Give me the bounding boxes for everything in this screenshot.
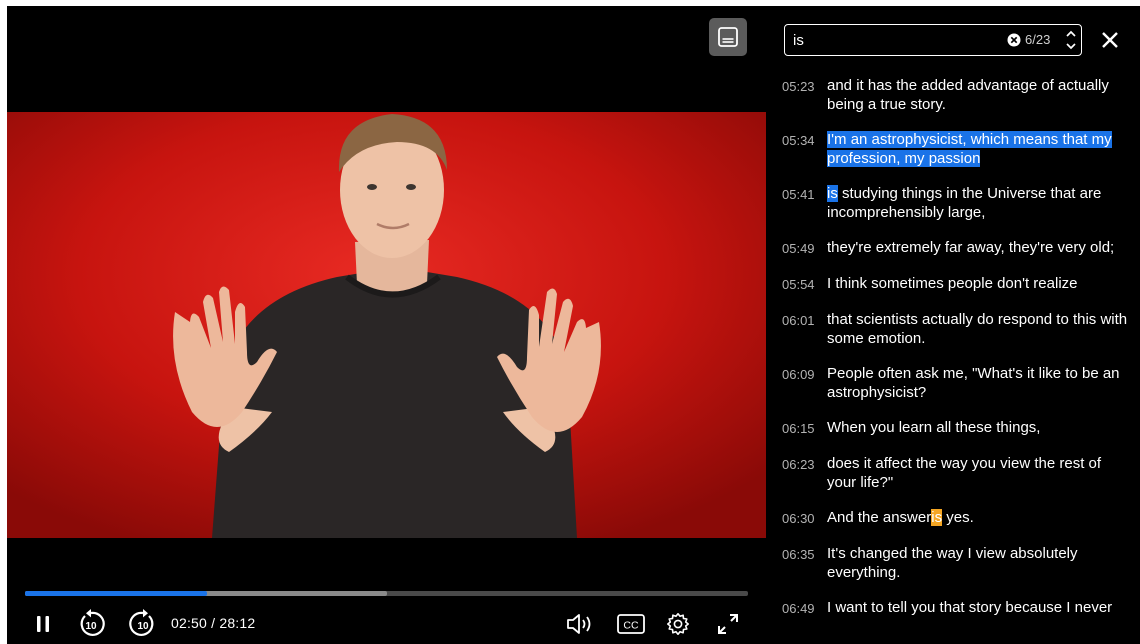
transcript-cue[interactable]: 06:35 It's changed the way I view absolut…: [782, 544, 1128, 582]
time-separator: /: [207, 615, 220, 631]
cue-timestamp: 06:23: [782, 457, 815, 472]
cue-timestamp: 06:35: [782, 547, 815, 562]
duration: 28:12: [219, 615, 256, 631]
transcript-cue[interactable]: 05:49 they're extremely far away, they're…: [782, 238, 1128, 258]
rewind-10-icon: 10: [80, 609, 105, 636]
cue-text: I think sometimes people don't realize: [827, 274, 1128, 293]
cue-timestamp: 06:49: [782, 601, 815, 616]
cue-text-segment: does it affect the way you view the rest…: [827, 455, 1102, 491]
chevron-up-icon: [1066, 30, 1076, 37]
captions-label: CC: [623, 620, 639, 632]
cue-timestamp: 06:09: [782, 367, 815, 382]
transcript-cue[interactable]: 06:09 People often ask me, "What's it lik…: [782, 364, 1128, 402]
transcript-search-box: 6/23: [784, 24, 1082, 56]
cue-text-segment: that scientists actually do respond to t…: [827, 311, 1128, 347]
cue-text-segment: I think sometimes people don't realize: [827, 275, 1078, 292]
cue-timestamp: 06:30: [782, 511, 815, 526]
video-player: 10 10 02:50 / 28:12 CC: [7, 6, 766, 644]
cue-timestamp: 06:01: [782, 313, 815, 328]
fullscreen-button[interactable]: [713, 606, 743, 642]
cue-text: People often ask me, "What's it like to …: [827, 364, 1128, 402]
forward-button[interactable]: 10: [127, 606, 159, 642]
clear-search-icon: [1007, 33, 1021, 47]
match-navigation: [1065, 28, 1077, 52]
transcript-panel: 6/23 05:23and it has the ad: [766, 6, 1140, 644]
transcript-cue-list: 05:23 and it has the added advantage of a…: [782, 76, 1128, 634]
cue-text: is studying things in the Universe that …: [827, 184, 1128, 222]
current-cue-highlight: I'm an astrophysicist, which means that …: [827, 131, 1112, 167]
current-time: 02:50: [171, 615, 208, 631]
volume-icon: [567, 614, 591, 634]
cue-text-segment: I want to tell you that story because I …: [827, 599, 1113, 616]
player-controls: 10 10 02:50 / 28:12 CC: [7, 606, 766, 642]
cue-text: And the answeris yes.: [827, 508, 1128, 527]
pause-icon: [37, 616, 49, 632]
cue-text: It's changed the way I view absolutely e…: [827, 544, 1128, 582]
search-match-count: 6/23: [1025, 32, 1051, 47]
cue-text: I want to tell you that story because I …: [827, 598, 1128, 617]
close-icon: [1102, 32, 1118, 48]
forward-seconds: 10: [137, 621, 149, 632]
cue-text-segment: And the answer: [827, 509, 932, 526]
transcript-search-input[interactable]: [793, 30, 993, 50]
cue-text-segment: People often ask me, "What's it like to …: [827, 365, 1120, 401]
search-match-highlight: is: [931, 509, 943, 526]
cue-text: and it has the added advantage of actual…: [827, 76, 1128, 114]
cue-text-segment: yes.: [942, 509, 974, 526]
transcript-cue[interactable]: 06:23 does it affect the way you view the…: [782, 454, 1128, 492]
transcript-cue[interactable]: 06:15 When you learn all these things,: [782, 418, 1128, 438]
progress-bar[interactable]: [25, 591, 748, 596]
cue-timestamp: 05:41: [782, 187, 815, 202]
fullscreen-icon: [718, 614, 738, 634]
pause-button[interactable]: [29, 606, 57, 642]
speaker-figure: [7, 112, 766, 538]
cue-text-segment: When you learn all these things,: [827, 419, 1041, 436]
cue-text-segment: studying things in the Universe that are…: [827, 185, 1102, 221]
transcript-toggle-button[interactable]: [709, 18, 747, 56]
rewind-seconds: 10: [85, 621, 97, 632]
cue-text-segment: they're extremely far away, they're very…: [827, 239, 1115, 256]
settings-button[interactable]: [663, 606, 693, 642]
transcript-cue[interactable]: 05:34 I'm an astrophysicist, which means …: [782, 130, 1128, 168]
left-border: [0, 0, 7, 644]
active-search-match: is: [827, 185, 838, 202]
cue-text: they're extremely far away, they're very…: [827, 238, 1128, 257]
cue-text-segment: It's changed the way I view absolutely e…: [827, 545, 1078, 581]
app-frame: 10 10 02:50 / 28:12 CC is 6/23 05:23 and…: [0, 0, 1140, 644]
time-readout: 02:50 / 28:12: [171, 615, 255, 631]
transcript-cue[interactable]: 05:41 is studying things in the Universe …: [782, 184, 1128, 222]
cue-text: I'm an astrophysicist, which means that …: [827, 130, 1128, 168]
transcript-cue[interactable]: 06:01 that scientists actually do respond…: [782, 310, 1128, 348]
chevron-down-icon: [1066, 43, 1076, 50]
volume-button[interactable]: [563, 606, 599, 642]
next-match-button[interactable]: [1065, 41, 1077, 52]
captions-icon: CC: [617, 614, 645, 634]
progress-played: [25, 591, 207, 596]
cue-timestamp: 05:49: [782, 241, 815, 256]
settings-gear-icon: [667, 613, 689, 635]
close-transcript-button[interactable]: [1098, 28, 1122, 52]
forward-10-icon: 10: [129, 609, 154, 636]
previous-match-button[interactable]: [1065, 28, 1077, 39]
clear-search-button[interactable]: [1007, 33, 1021, 47]
transcript-cue[interactable]: 06:49 I want to tell you that story becau…: [782, 598, 1128, 618]
rewind-button[interactable]: 10: [75, 606, 107, 642]
transcript-cue[interactable]: 05:54 I think sometimes people don't real…: [782, 274, 1128, 294]
cue-text-segment: and it has the added advantage of actual…: [827, 77, 1109, 113]
cue-text: When you learn all these things,: [827, 418, 1128, 437]
transcript-icon: [718, 27, 738, 47]
cue-timestamp: 05:23: [782, 79, 815, 94]
cue-text: does it affect the way you view the rest…: [827, 454, 1128, 492]
transcript-cue[interactable]: 05:23 and it has the added advantage of a…: [782, 76, 1128, 114]
transcript-cue[interactable]: 06:30 And the answeris yes.: [782, 508, 1128, 528]
cue-timestamp: 05:54: [782, 277, 815, 292]
cue-text: that scientists actually do respond to t…: [827, 310, 1128, 348]
cue-timestamp: 05:34: [782, 133, 815, 148]
captions-button[interactable]: CC: [613, 606, 649, 642]
video-frame[interactable]: [7, 112, 766, 538]
cue-timestamp: 06:15: [782, 421, 815, 436]
